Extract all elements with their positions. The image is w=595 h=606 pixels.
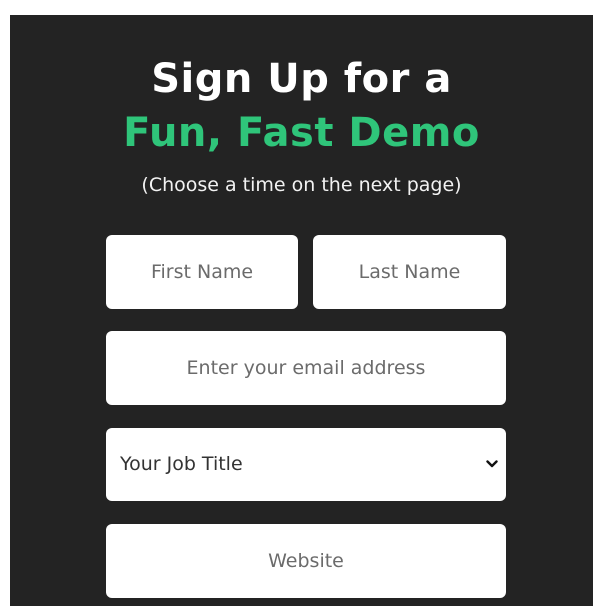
subtitle: (Choose a time on the next page) [141, 174, 462, 196]
chevron-down-icon [486, 460, 498, 468]
email-field[interactable] [106, 331, 506, 405]
job-title-select[interactable]: Your Job Title [106, 428, 506, 501]
website-field[interactable] [106, 524, 506, 598]
title-line-2: Fun, Fast Demo [123, 110, 480, 156]
title-line-1: Sign Up for a [151, 56, 452, 102]
signup-panel: Sign Up for a Fun, Fast Demo (Choose a t… [10, 15, 593, 606]
last-name-field[interactable] [313, 235, 506, 309]
job-title-selected-value: Your Job Title [120, 453, 243, 475]
first-name-field[interactable] [106, 235, 298, 309]
